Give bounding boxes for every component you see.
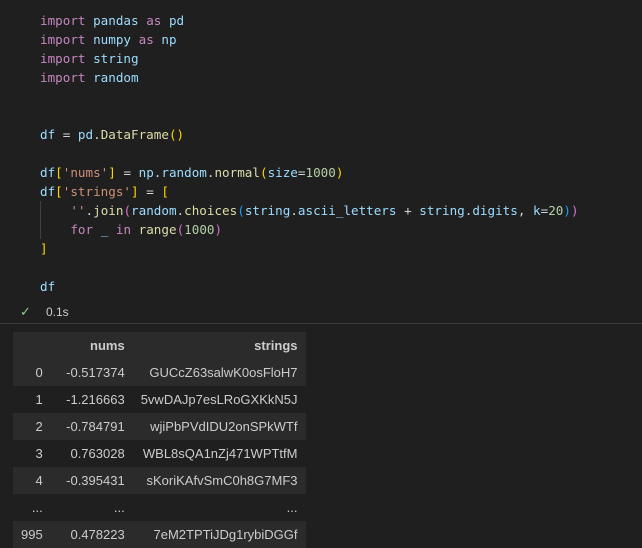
code-line-5: df = pd.DataFrame() xyxy=(40,127,185,142)
cell-strings: 5vwDAJp7esLRoGXKkN5J xyxy=(132,386,306,413)
cell-output: nums strings 0 -0.517374 GUCcZ63salwK0osFl… xyxy=(0,324,642,548)
check-icon: ✓ xyxy=(20,304,31,319)
row-index: 0 xyxy=(13,359,51,386)
row-index: 1 xyxy=(13,386,51,413)
row-index: 995 xyxy=(13,521,51,548)
table-row: 995 0.478223 7eM2TPTiJDg1rybiDGGf xyxy=(13,521,306,548)
code-line-11: df xyxy=(40,279,56,294)
table-header-row: nums strings xyxy=(13,332,306,359)
code-line-2: import numpy as np xyxy=(40,32,177,47)
execution-time: 0.1s xyxy=(46,305,69,319)
header-nums: nums xyxy=(50,332,133,359)
table-row: 1 -1.216663 5vwDAJp7esLRoGXKkN5J xyxy=(13,386,306,413)
cell-nums: -0.784791 xyxy=(50,413,133,440)
header-strings: strings xyxy=(132,332,306,359)
code-line-1: import pandas as pd xyxy=(40,13,185,28)
table-row: 4 -0.395431 sKoriKAfvSmC0h8G7MF3 xyxy=(13,467,306,494)
header-index xyxy=(13,332,51,359)
table-row: 0 -0.517374 GUCcZ63salwK0osFloH7 xyxy=(13,359,306,386)
cell-nums: -1.216663 xyxy=(50,386,133,413)
cell-strings: GUCcZ63salwK0osFloH7 xyxy=(132,359,306,386)
cell-nums: -0.395431 xyxy=(50,467,133,494)
cell-strings: wjiPbPVdIDU2onSPkWTf xyxy=(132,413,306,440)
code-cell[interactable]: import pandas as pd import numpy as np i… xyxy=(0,0,642,324)
row-index: 2 xyxy=(13,413,51,440)
cell-nums: -0.517374 xyxy=(50,359,133,386)
code-line-6: df['nums'] = np.random.normal(size=1000) xyxy=(40,165,344,180)
row-index: 4 xyxy=(13,467,51,494)
code-line-7: df['strings'] = [ xyxy=(40,184,169,199)
cell-nums: 0.478223 xyxy=(50,521,133,548)
code-line-3: import string xyxy=(40,51,139,66)
cell-nums: 0.763028 xyxy=(50,440,133,467)
cell-strings: ... xyxy=(132,494,306,521)
cell-strings: WBL8sQA1nZj471WPTtfM xyxy=(132,440,306,467)
table-row: 2 -0.784791 wjiPbPVdIDU2onSPkWTf xyxy=(13,413,306,440)
dataframe-table: nums strings 0 -0.517374 GUCcZ63salwK0osFl… xyxy=(13,332,306,548)
cell-strings: sKoriKAfvSmC0h8G7MF3 xyxy=(132,467,306,494)
code-editor[interactable]: import pandas as pd import numpy as np i… xyxy=(0,0,642,300)
code-line-8: ''.join(random.choices(string.ascii_lett… xyxy=(70,203,579,218)
cell-strings: 7eM2TPTiJDg1rybiDGGf xyxy=(132,521,306,548)
row-index: 3 xyxy=(13,440,51,467)
code-line-9: for _ in range(1000) xyxy=(70,222,223,237)
cell-status-bar xyxy=(0,300,642,324)
row-index: ... xyxy=(13,494,51,521)
code-line-4: import random xyxy=(40,70,139,85)
code-line-10: ] xyxy=(40,241,48,256)
table-row: ......... xyxy=(13,494,306,521)
cell-nums: ... xyxy=(50,494,133,521)
table-row: 3 0.763028 WBL8sQA1nZj471WPTtfM xyxy=(13,440,306,467)
